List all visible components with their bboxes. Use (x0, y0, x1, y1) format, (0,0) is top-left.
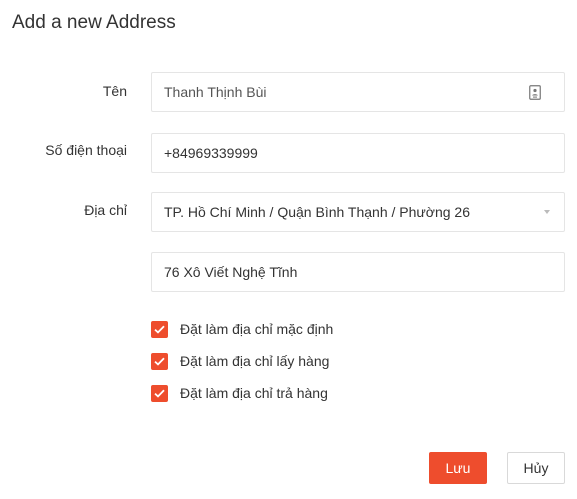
cancel-button[interactable]: Hủy (507, 452, 565, 484)
checkmark-icon (154, 325, 165, 334)
pickup-address-label: Đặt làm địa chỉ lấy hàng (180, 353, 330, 369)
street-address-value: 76 Xô Viết Nghệ Tĩnh (164, 264, 298, 280)
region-value: TP. Hồ Chí Minh / Quận Bình Thạnh / Phườ… (164, 204, 470, 220)
region-select[interactable]: TP. Hồ Chí Minh / Quận Bình Thạnh / Phườ… (151, 192, 565, 232)
dialog-title: Add a new Address (12, 12, 176, 33)
name-field[interactable]: Thanh Thịnh Bùi (151, 72, 565, 112)
checkmark-icon (154, 389, 165, 398)
name-value: Thanh Thịnh Bùi (164, 84, 267, 100)
return-address-checkbox-row[interactable]: Đặt làm địa chỉ trả hàng (151, 383, 328, 403)
default-address-checkbox-row[interactable]: Đặt làm địa chỉ mặc định (151, 319, 333, 339)
checkmark-icon (154, 357, 165, 366)
pickup-address-checkbox[interactable] (151, 352, 168, 370)
default-address-label: Đặt làm địa chỉ mặc định (180, 321, 334, 337)
caret-down-icon (544, 210, 550, 214)
street-address-field[interactable]: 76 Xô Viết Nghệ Tĩnh (151, 252, 565, 292)
name-label: Tên (102, 83, 127, 99)
phone-value: +84969339999 (164, 145, 258, 161)
save-button[interactable]: Lưu (429, 452, 487, 484)
add-address-dialog: Add a new Address Tên Thanh Thịnh Bùi Số… (0, 0, 577, 499)
return-address-checkbox[interactable] (151, 384, 168, 402)
pickup-address-checkbox-row[interactable]: Đặt làm địa chỉ lấy hàng (151, 351, 329, 371)
address-label: Địa chỉ (84, 202, 127, 218)
default-address-checkbox[interactable] (151, 320, 168, 338)
return-address-label: Đặt làm địa chỉ trả hàng (180, 385, 328, 401)
phone-label: Số điện thoại (45, 142, 127, 158)
phone-field[interactable]: +84969339999 (151, 133, 565, 173)
contact-card-icon[interactable] (528, 84, 542, 100)
